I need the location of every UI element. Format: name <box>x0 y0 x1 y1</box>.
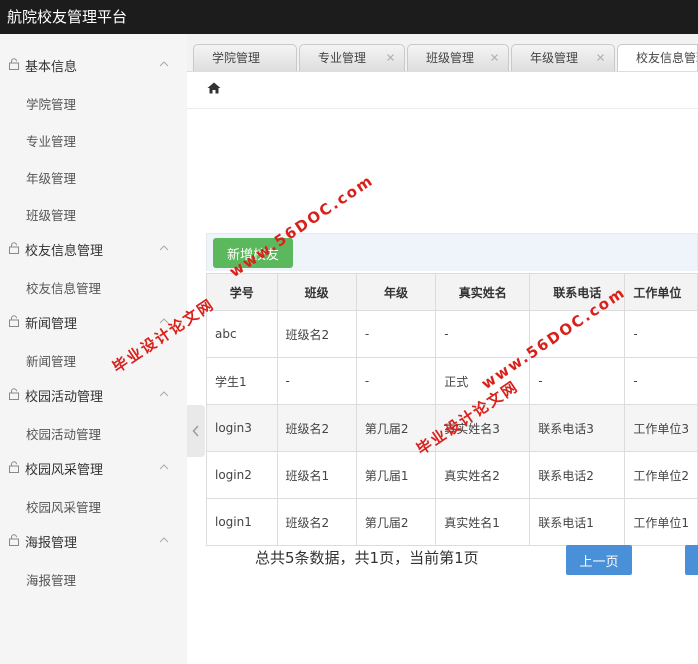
cell-employer: 工作单位1 <box>624 498 698 546</box>
cell-employer: - <box>624 310 698 358</box>
sidebar-item-major[interactable]: 专业管理 <box>26 131 76 150</box>
col-header-employer[interactable]: 工作单位 <box>624 273 698 311</box>
cell-student-id: abc <box>206 310 278 358</box>
close-icon[interactable] <box>387 54 394 61</box>
cell-real-name: 真实姓名2 <box>435 451 531 499</box>
chevron-up-icon <box>159 537 169 543</box>
table-row[interactable]: login2 班级名1 第几届1 真实姓名2 联系电话2 工作单位2 <box>206 451 698 499</box>
col-header-class[interactable]: 班级 <box>276 273 357 311</box>
sidebar-group-label: 校友信息管理 <box>25 244 104 259</box>
cell-class: - <box>276 357 357 405</box>
sidebar-group-label: 校园活动管理 <box>25 390 104 405</box>
sidebar-item-poster[interactable]: 海报管理 <box>26 570 76 589</box>
sidebar-item-grade[interactable]: 年级管理 <box>26 168 76 187</box>
lock-icon <box>9 242 19 254</box>
col-header-grade[interactable]: 年级 <box>355 273 437 311</box>
tab-label: 年级管理 <box>530 51 579 65</box>
cell-employer: - <box>624 357 698 405</box>
tab-college[interactable]: 学院管理 <box>193 44 297 71</box>
app-title-bar: 航院校友管理平台 <box>0 0 698 34</box>
col-header-student-id[interactable]: 学号 <box>206 273 278 311</box>
alumni-table: 学号 班级 年级 真实姓名 联系电话 工作单位 abc 班级名2 - - - 学… <box>206 273 698 546</box>
sidebar-group-poster[interactable]: 海报管理 <box>0 526 187 556</box>
cell-class: 班级名2 <box>276 310 357 358</box>
sidebar-group-campus-activity[interactable]: 校园活动管理 <box>0 380 187 410</box>
cell-student-id: login3 <box>206 404 278 452</box>
col-header-real-name[interactable]: 真实姓名 <box>435 273 531 311</box>
tab-label: 校友信息管理 <box>636 51 697 65</box>
cell-employer: 工作单位2 <box>624 451 698 499</box>
lock-icon <box>9 461 19 473</box>
lock-icon <box>9 58 19 70</box>
pagination-summary: 总共5条数据，共1页，当前第1页 <box>255 549 479 567</box>
cell-class: 班级名2 <box>276 404 357 452</box>
lock-icon <box>9 388 19 400</box>
tab-major[interactable]: 专业管理 <box>299 44 405 71</box>
cell-real-name: 真实姓名1 <box>435 498 531 546</box>
chevron-left-icon <box>192 425 199 437</box>
cell-phone: 联系电话2 <box>529 451 626 499</box>
table-row[interactable]: abc 班级名2 - - - <box>206 310 698 358</box>
cell-grade: - <box>355 310 437 358</box>
close-icon[interactable] <box>491 54 498 61</box>
cell-class: 班级名2 <box>276 498 357 546</box>
app-title: 航院校友管理平台 <box>7 8 128 26</box>
tab-label: 学院管理 <box>212 51 261 65</box>
sidebar-group-basic-info[interactable]: 基本信息 <box>0 50 187 80</box>
cell-phone: 联系电话1 <box>529 498 626 546</box>
home-icon[interactable] <box>207 82 221 94</box>
sidebar-item-class[interactable]: 班级管理 <box>26 205 76 224</box>
cell-student-id: login2 <box>206 451 278 499</box>
sidebar-group-label: 新闻管理 <box>25 317 78 332</box>
cell-grade: - <box>355 357 437 405</box>
cell-real-name: - <box>435 310 531 358</box>
table-row[interactable]: 学生1 - - 正式 - - <box>206 357 698 405</box>
chevron-up-icon <box>159 391 169 397</box>
cell-student-id: login1 <box>206 498 278 546</box>
tab-grade[interactable]: 年级管理 <box>511 44 615 71</box>
prev-page-button[interactable]: 上一页 <box>566 545 632 575</box>
tab-bar: 学院管理 专业管理 班级管理 年级管理 校友信息管理 <box>187 34 698 72</box>
sidebar-item-campus-activity[interactable]: 校园活动管理 <box>26 424 101 443</box>
sidebar-group-label: 校园风采管理 <box>25 463 104 478</box>
sidebar-group-alumni[interactable]: 校友信息管理 <box>0 234 187 264</box>
cell-class: 班级名1 <box>276 451 357 499</box>
chevron-up-icon <box>159 245 169 251</box>
sidebar-group-label: 基本信息 <box>25 60 78 75</box>
sidebar-group-label: 海报管理 <box>25 536 78 551</box>
breadcrumb <box>205 80 698 102</box>
sidebar-collapse-handle[interactable] <box>187 405 205 457</box>
cell-phone: - <box>529 357 626 405</box>
sidebar-group-campus-style[interactable]: 校园风采管理 <box>0 453 187 483</box>
tab-label: 专业管理 <box>318 51 367 65</box>
next-page-button[interactable] <box>685 545 698 575</box>
lock-icon <box>9 534 19 546</box>
sidebar-item-alumni-info[interactable]: 校友信息管理 <box>26 278 101 297</box>
tab-label: 班级管理 <box>426 51 475 65</box>
close-icon[interactable] <box>597 54 604 61</box>
table-row[interactable]: login1 班级名2 第几届2 真实姓名1 联系电话1 工作单位1 <box>206 498 698 546</box>
chevron-up-icon <box>159 464 169 470</box>
cell-employer: 工作单位3 <box>624 404 698 452</box>
cell-phone: 联系电话3 <box>529 404 626 452</box>
sidebar-item-campus-style[interactable]: 校园风采管理 <box>26 497 101 516</box>
lock-icon <box>9 315 19 327</box>
sidebar-item-college[interactable]: 学院管理 <box>26 94 76 113</box>
tab-alumni-info[interactable]: 校友信息管理 <box>617 44 698 71</box>
cell-student-id: 学生1 <box>206 357 278 405</box>
tab-class[interactable]: 班级管理 <box>407 44 509 71</box>
chevron-up-icon <box>159 61 169 67</box>
breadcrumb-divider <box>187 108 698 109</box>
sidebar-item-news[interactable]: 新闻管理 <box>26 351 76 370</box>
cell-grade: 第几届2 <box>355 498 437 546</box>
